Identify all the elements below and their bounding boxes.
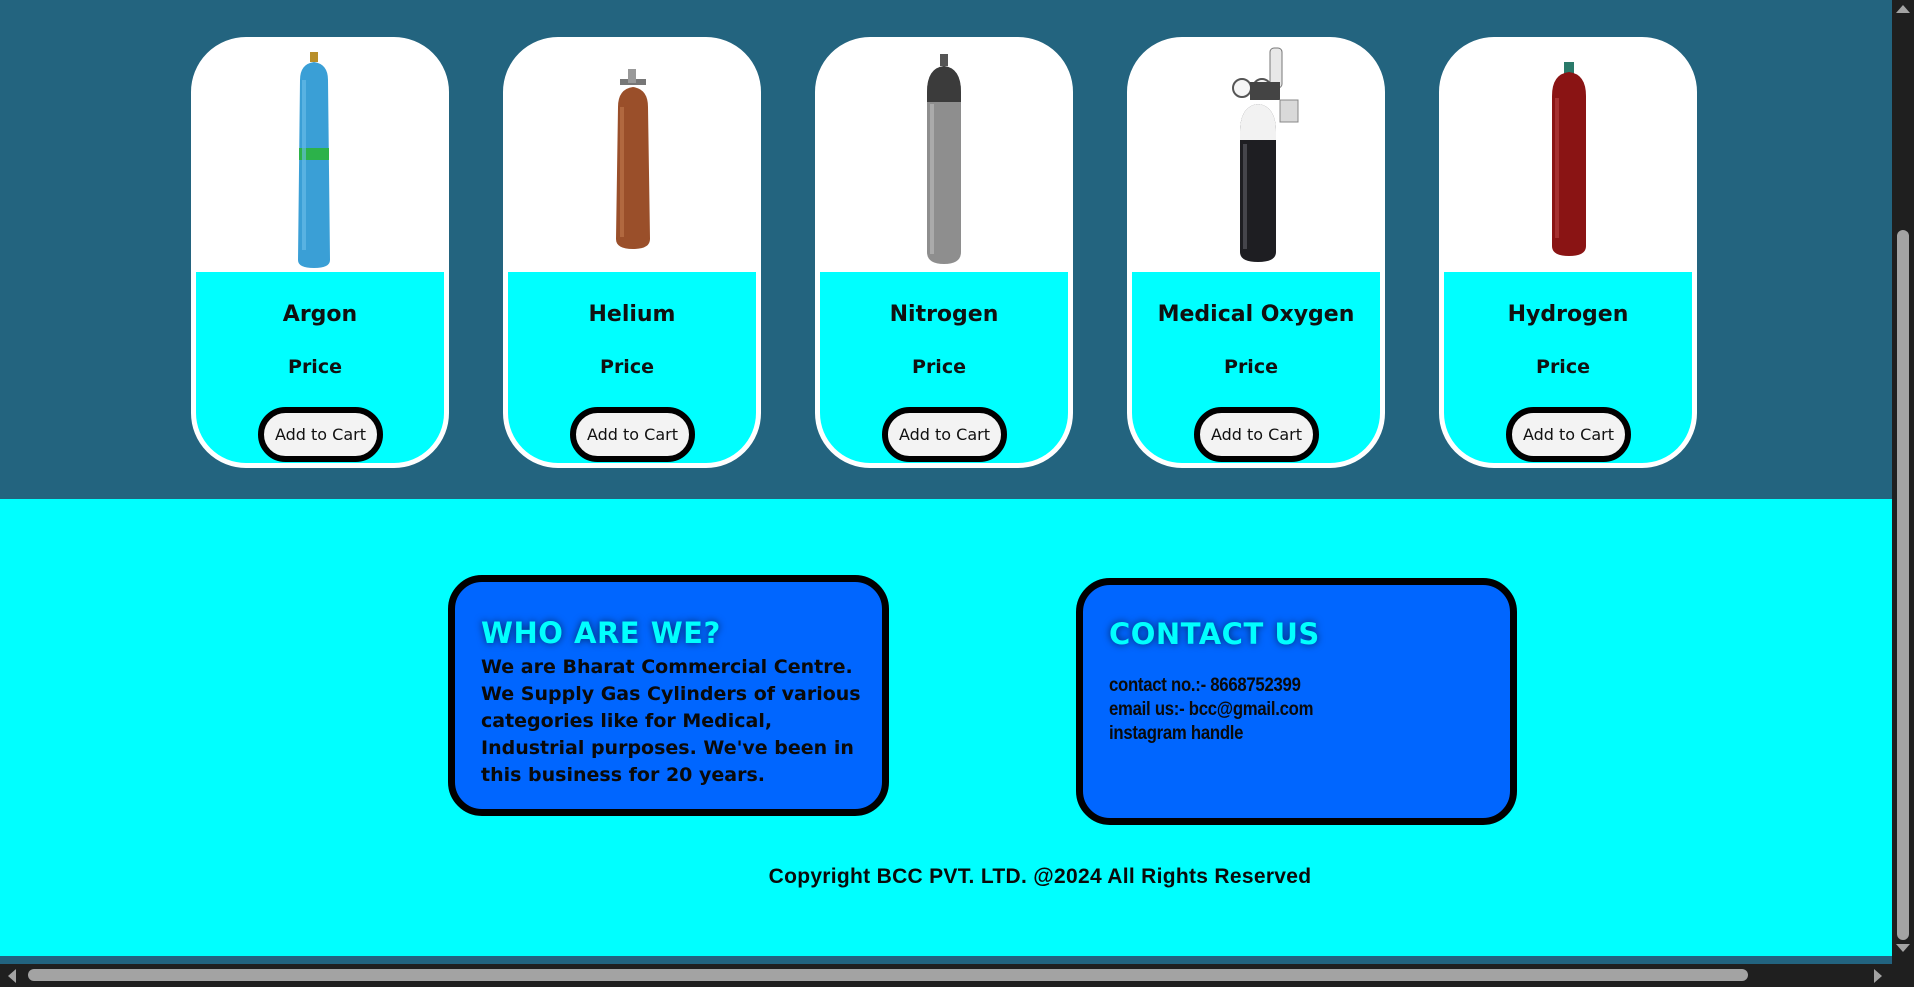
horizontal-scrollbar[interactable] xyxy=(0,964,1914,987)
helium-cylinder-icon xyxy=(616,69,650,249)
product-card-nitrogen: Nitrogen Price Add to Cart xyxy=(815,37,1073,468)
who-are-we-box: WHO ARE WE? We are Bharat Commercial Cen… xyxy=(448,575,889,816)
product-price: Price xyxy=(1536,356,1590,378)
nitrogen-cylinder-icon xyxy=(927,54,961,264)
product-image xyxy=(508,42,756,272)
product-price: Price xyxy=(600,356,654,378)
product-info: Hydrogen Price Add to Cart xyxy=(1444,272,1692,463)
hydrogen-cylinder-icon xyxy=(1552,62,1586,256)
product-card-argon: Argon Price Add to Cart xyxy=(191,37,449,468)
product-price: Price xyxy=(1224,356,1278,378)
product-card-helium: Helium Price Add to Cart xyxy=(503,37,761,468)
scroll-right-arrow-icon[interactable] xyxy=(1874,969,1882,983)
vertical-scroll-thumb[interactable] xyxy=(1897,230,1909,940)
add-to-cart-button[interactable]: Add to Cart xyxy=(1506,407,1631,462)
footer: WHO ARE WE? We are Bharat Commercial Cen… xyxy=(0,499,1892,956)
product-name: Medical Oxygen xyxy=(1157,302,1355,327)
product-image xyxy=(196,42,444,272)
product-image xyxy=(1132,42,1380,272)
contact-details: contact no.:- 8668752399 email us:- bcc@… xyxy=(1109,674,1313,746)
page-viewport: Argon Price Add to Cart Helium Price Add… xyxy=(0,0,1892,956)
product-info: Helium Price Add to Cart xyxy=(508,272,756,463)
argon-cylinder-icon xyxy=(298,52,330,268)
who-are-we-title: WHO ARE WE? xyxy=(481,616,721,650)
who-are-we-text: We are Bharat Commercial Centre. We Supp… xyxy=(481,656,861,786)
product-card-medical-oxygen: Medical Oxygen Price Add to Cart xyxy=(1127,37,1385,468)
scroll-up-arrow-icon[interactable] xyxy=(1896,5,1910,13)
contact-email[interactable]: email us:- bcc@gmail.com xyxy=(1109,698,1313,722)
product-name: Argon xyxy=(282,302,358,327)
product-info: Medical Oxygen Price Add to Cart xyxy=(1132,272,1380,463)
product-image xyxy=(820,42,1068,272)
oxygen-cylinder-icon xyxy=(1232,47,1299,262)
contact-phone: contact no.:- 8668752399 xyxy=(1109,675,1301,696)
horizontal-scroll-thumb[interactable] xyxy=(28,969,1748,981)
product-card-hydrogen: Hydrogen Price Add to Cart xyxy=(1439,37,1697,468)
product-name: Helium xyxy=(588,302,676,327)
products-section: Argon Price Add to Cart Helium Price Add… xyxy=(0,0,1892,499)
add-to-cart-button[interactable]: Add to Cart xyxy=(882,407,1007,462)
product-name: Hydrogen xyxy=(1507,302,1629,327)
scroll-down-arrow-icon[interactable] xyxy=(1896,944,1910,952)
copyright-text: Copyright BCC PVT. LTD. @2024 All Rights… xyxy=(768,865,1312,888)
page-bottom-strip xyxy=(0,956,1892,964)
scroll-left-arrow-icon[interactable] xyxy=(8,969,16,983)
product-info: Nitrogen Price Add to Cart xyxy=(820,272,1068,463)
contact-us-box: CONTACT US contact no.:- 8668752399 emai… xyxy=(1076,578,1517,825)
vertical-scrollbar[interactable] xyxy=(1892,0,1914,964)
contact-us-title: CONTACT US xyxy=(1109,617,1320,651)
product-info: Argon Price Add to Cart xyxy=(196,272,444,463)
add-to-cart-button[interactable]: Add to Cart xyxy=(1194,407,1319,462)
add-to-cart-button[interactable]: Add to Cart xyxy=(258,407,383,462)
product-name: Nitrogen xyxy=(889,302,999,327)
product-image xyxy=(1444,42,1692,272)
contact-instagram[interactable]: instagram handle xyxy=(1109,722,1313,746)
product-price: Price xyxy=(288,356,342,378)
add-to-cart-button[interactable]: Add to Cart xyxy=(570,407,695,462)
product-price: Price xyxy=(912,356,966,378)
